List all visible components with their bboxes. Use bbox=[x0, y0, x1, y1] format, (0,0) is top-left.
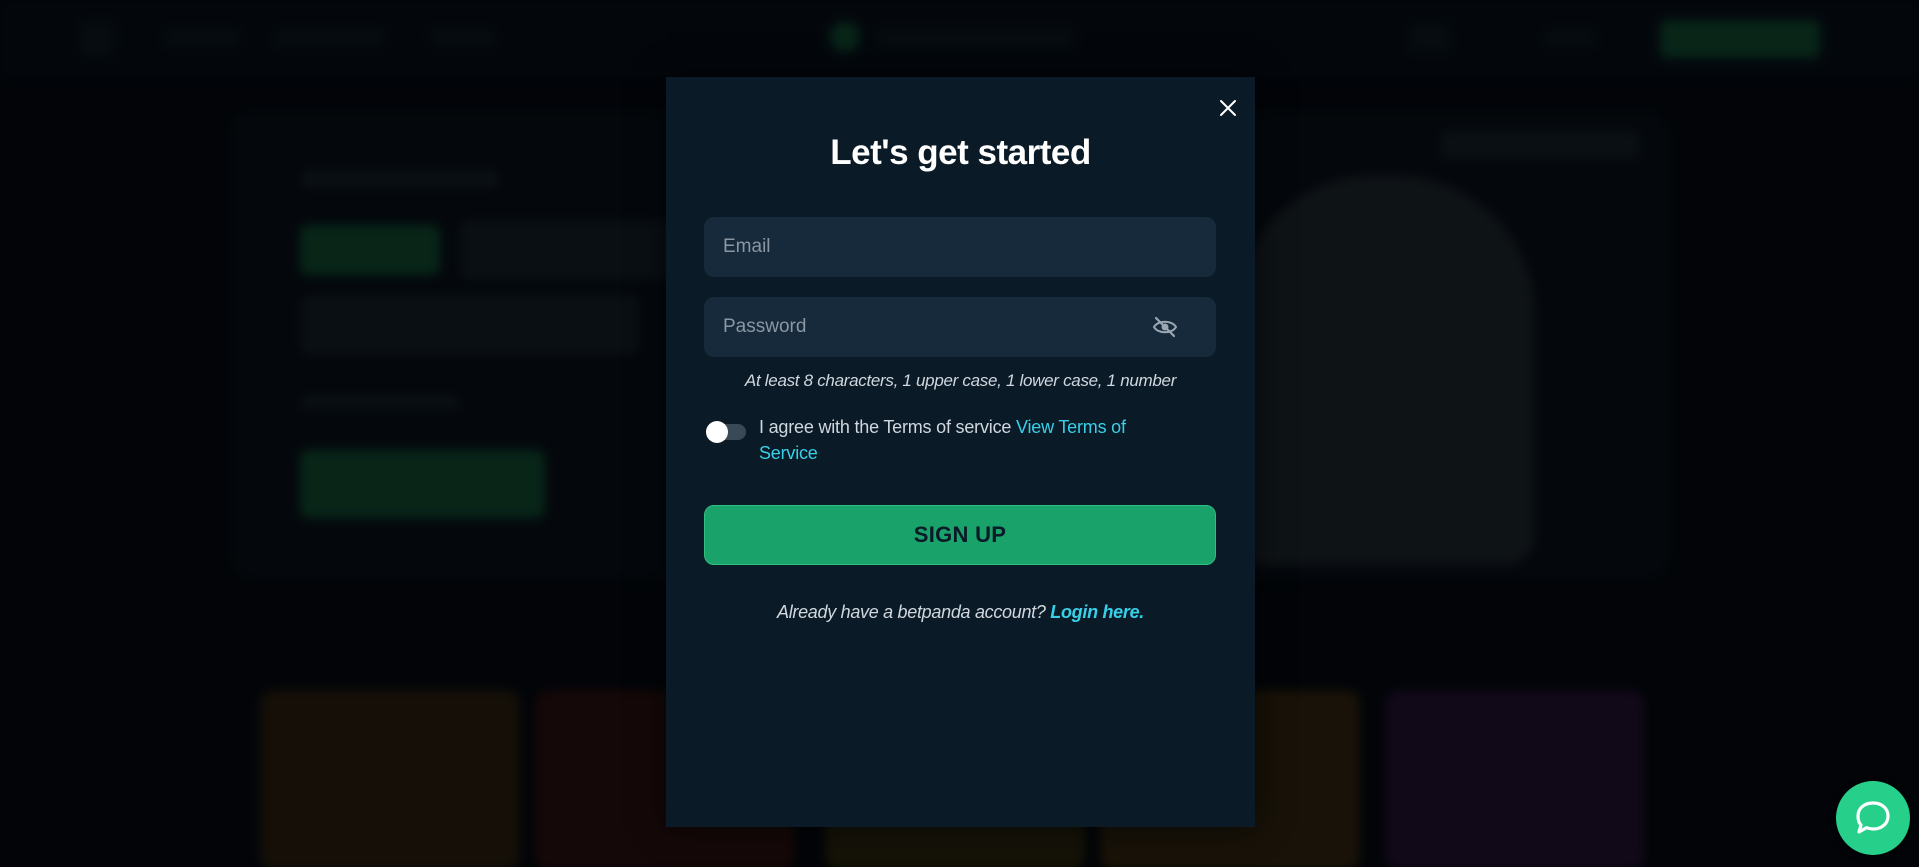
password-input[interactable] bbox=[704, 297, 1216, 357]
email-field bbox=[704, 217, 1216, 277]
signup-button[interactable]: SIGN UP bbox=[704, 505, 1216, 565]
email-input[interactable] bbox=[704, 217, 1216, 277]
terms-label: I agree with the Terms of service View T… bbox=[759, 414, 1179, 466]
toggle-knob bbox=[706, 421, 728, 443]
password-hint: At least 8 characters, 1 upper case, 1 l… bbox=[744, 371, 1177, 390]
eye-slash-icon bbox=[1152, 316, 1178, 338]
chat-button[interactable] bbox=[1836, 781, 1910, 855]
login-link[interactable]: Login here. bbox=[1050, 602, 1144, 622]
close-icon bbox=[1220, 100, 1236, 116]
password-field bbox=[704, 297, 1216, 357]
terms-text: I agree with the Terms of service bbox=[759, 417, 1012, 437]
terms-toggle[interactable] bbox=[706, 421, 746, 443]
chat-bubble-icon bbox=[1856, 801, 1890, 834]
modal-title: Let's get started bbox=[830, 133, 1091, 172]
close-button[interactable] bbox=[1215, 95, 1241, 121]
signup-modal: Let's get started At least 8 characters,… bbox=[666, 77, 1255, 827]
page: Let's get started At least 8 characters,… bbox=[0, 0, 1919, 867]
login-prompt: Already have a betpanda account? Login h… bbox=[666, 602, 1255, 623]
login-prompt-text: Already have a betpanda account? bbox=[776, 602, 1046, 622]
toggle-password-visibility-button[interactable] bbox=[1152, 316, 1178, 338]
